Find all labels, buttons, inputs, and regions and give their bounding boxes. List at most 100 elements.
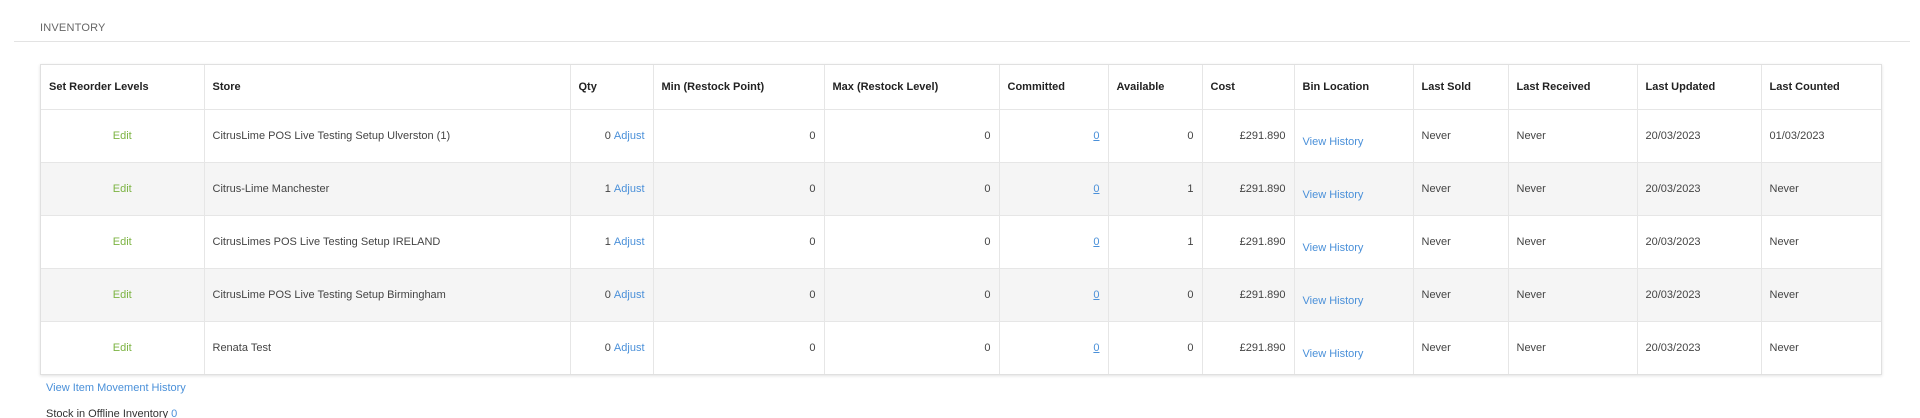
header-last-counted: Last Counted [1761,65,1881,110]
inventory-table-card: Set Reorder Levels Store Qty Min (Restoc… [40,64,1882,375]
cell-set-reorder: Edit [41,268,205,322]
adjust-qty-link[interactable]: Adjust [614,236,645,248]
table-row: Edit CitrusLime POS Live Testing Setup B… [41,268,1881,322]
qty-value: 0 [604,289,611,301]
header-last-received: Last Received [1508,65,1638,110]
committed-link[interactable]: 0 [1093,236,1099,248]
table-row: Edit CitrusLimes POS Live Testing Setup … [41,215,1881,269]
view-item-movement-history-link[interactable]: View Item Movement History [46,382,186,394]
cell-qty: 0 Adjust [570,321,654,374]
cell-min: 0 [653,215,825,269]
adjust-qty-link[interactable]: Adjust [614,342,645,354]
cell-last-counted: Never [1761,162,1881,216]
cell-store: Renata Test [204,321,571,374]
cell-store: CitrusLime POS Live Testing Setup Ulvers… [204,109,571,163]
adjust-qty-link[interactable]: Adjust [614,289,645,301]
cell-last-received: Never [1508,162,1638,216]
cell-last-received: Never [1508,109,1638,163]
cell-last-received: Never [1508,321,1638,374]
view-history-link[interactable]: View History [1303,124,1364,148]
header-qty: Qty [570,65,654,110]
edit-reorder-link[interactable]: Edit [113,183,132,195]
cell-cost: £291.890 [1202,268,1295,322]
cell-last-counted: 01/03/2023 [1761,109,1881,163]
cell-store: CitrusLimes POS Live Testing Setup IRELA… [204,215,571,269]
view-history-link[interactable]: View History [1303,336,1364,360]
header-cost: Cost [1202,65,1295,110]
offline-inventory-row: Stock in Offline Inventory 0 [46,408,177,418]
cell-last-updated: 20/03/2023 [1637,162,1762,216]
header-available: Available [1108,65,1203,110]
cell-committed: 0 [999,109,1109,163]
cell-last-updated: 20/03/2023 [1637,268,1762,322]
cell-max: 0 [824,268,1000,322]
qty-value: 0 [604,130,611,142]
qty-value: 1 [604,183,611,195]
cell-available: 0 [1108,321,1203,374]
cell-committed: 0 [999,321,1109,374]
edit-reorder-link[interactable]: Edit [113,342,132,354]
cell-set-reorder: Edit [41,321,205,374]
qty-value: 1 [604,236,611,248]
cell-cost: £291.890 [1202,321,1295,374]
cell-bin-location: View History [1294,162,1414,216]
cell-max: 0 [824,215,1000,269]
adjust-qty-link[interactable]: Adjust [614,183,645,195]
edit-reorder-link[interactable]: Edit [113,236,132,248]
header-last-updated: Last Updated [1637,65,1762,110]
cell-set-reorder: Edit [41,162,205,216]
cell-max: 0 [824,321,1000,374]
committed-link[interactable]: 0 [1093,130,1099,142]
cell-last-received: Never [1508,268,1638,322]
cell-bin-location: View History [1294,321,1414,374]
cell-available: 0 [1108,268,1203,322]
cell-last-sold: Never [1413,321,1509,374]
cell-set-reorder: Edit [41,215,205,269]
header-bin-location: Bin Location [1294,65,1414,110]
committed-link[interactable]: 0 [1093,183,1099,195]
view-history-link[interactable]: View History [1303,230,1364,254]
header-set-reorder-levels: Set Reorder Levels [41,65,205,110]
cell-last-sold: Never [1413,162,1509,216]
cell-last-updated: 20/03/2023 [1637,109,1762,163]
header-min-restock-point: Min (Restock Point) [653,65,825,110]
cell-committed: 0 [999,162,1109,216]
edit-reorder-link[interactable]: Edit [113,289,132,301]
cell-cost: £291.890 [1202,109,1295,163]
offline-inventory-value[interactable]: 0 [171,408,177,418]
view-history-link[interactable]: View History [1303,283,1364,307]
cell-min: 0 [653,162,825,216]
cell-min: 0 [653,268,825,322]
header-max-restock-level: Max (Restock Level) [824,65,1000,110]
committed-link[interactable]: 0 [1093,342,1099,354]
table-header-row: Set Reorder Levels Store Qty Min (Restoc… [41,65,1881,110]
cell-last-counted: Never [1761,268,1881,322]
table-row: Edit Renata Test 0 Adjust 0 0 0 0 £291.89… [41,321,1881,374]
cell-last-updated: 20/03/2023 [1637,321,1762,374]
table-row: Edit CitrusLime POS Live Testing Setup U… [41,109,1881,163]
cell-last-counted: Never [1769,342,1799,354]
cell-last-updated: 20/03/2023 [1637,215,1762,269]
edit-reorder-link[interactable]: Edit [113,130,132,142]
view-history-link[interactable]: View History [1303,177,1364,201]
committed-link[interactable]: 0 [1093,289,1099,301]
header-last-sold: Last Sold [1413,65,1509,110]
cell-last-sold: Never [1413,268,1509,322]
cell-max: 0 [824,109,1000,163]
cell-last-sold: Never [1413,109,1509,163]
cell-available: 0 [1108,109,1203,163]
cell-bin-location: View History [1294,109,1414,163]
cell-store: CitrusLime POS Live Testing Setup Birmin… [204,268,571,322]
cell-bin-location: View History [1294,215,1414,269]
inventory-section: INVENTORY Set Reorder Levels Store Qty M… [0,0,1920,418]
cell-min: 0 [653,109,825,163]
cell-qty: 1 Adjust [570,215,654,269]
cell-store: Citrus-Lime Manchester [204,162,571,216]
cell-qty: 1 Adjust [570,162,654,216]
cell-max: 0 [824,162,1000,216]
cell-committed: 0 [999,215,1109,269]
cell-available: 1 [1108,215,1203,269]
cell-bin-location: View History [1294,268,1414,322]
adjust-qty-link[interactable]: Adjust [614,130,645,142]
table-row: Edit Citrus-Lime Manchester 1 Adjust 0 0 … [41,162,1881,216]
